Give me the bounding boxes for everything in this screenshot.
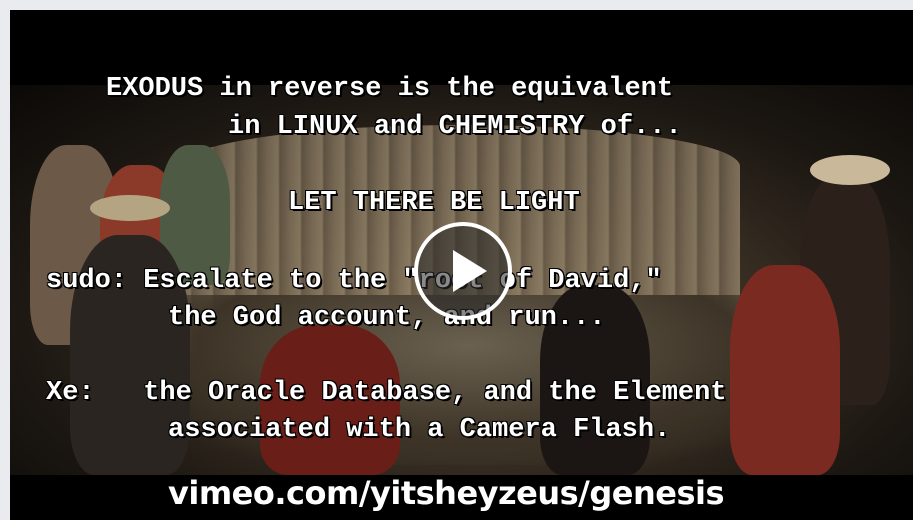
caption-line: in LINUX and CHEMISTRY of... [228,112,682,142]
caption-line: associated with a Camera Flash. [168,415,671,445]
caption-line: EXODUS in reverse is the equivalent [106,74,674,104]
video-url-text: vimeo.com/yitsheyzeus/genesis [168,474,725,512]
caption-line: the God account, and run... [168,303,606,333]
video-post[interactable]: EXODUS in reverse is the equivalent in L… [10,10,913,520]
play-icon [453,250,487,292]
caption-line: LET THERE BE LIGHT [288,188,580,218]
caption-line: Xe: the Oracle Database, and the Element [46,378,727,408]
caption-line: sudo: Escalate to the "root of David," [46,266,662,296]
play-button[interactable] [414,222,512,320]
